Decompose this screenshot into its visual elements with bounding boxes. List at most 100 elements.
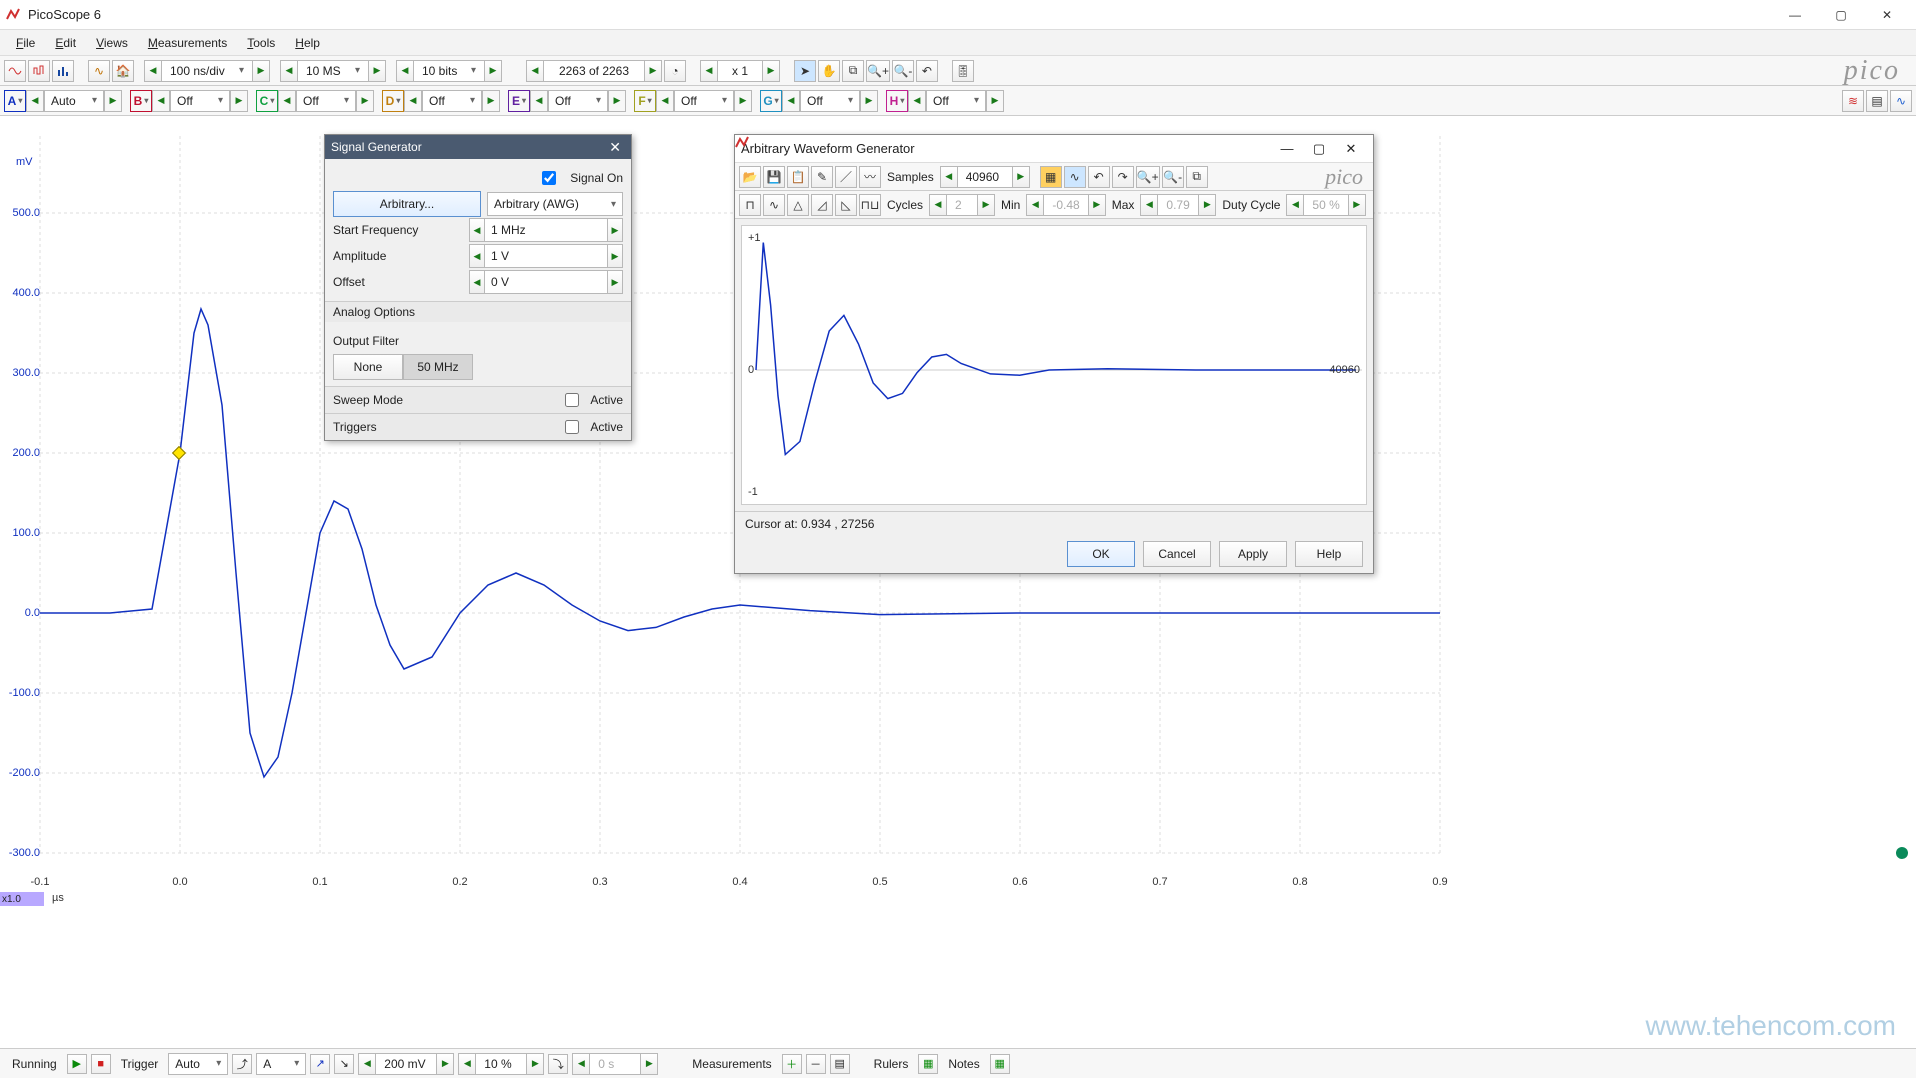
- trigger-level-spinner[interactable]: 200 mV: [358, 1053, 454, 1075]
- measurement-add-icon[interactable]: ＋: [782, 1054, 802, 1074]
- siggen-offset-spinner[interactable]: 0 V: [469, 270, 623, 294]
- home-icon[interactable]: 🏠: [112, 60, 134, 82]
- channel-F-range[interactable]: Off: [674, 90, 734, 112]
- persistence-mode-icon[interactable]: [28, 60, 50, 82]
- channel-H-next[interactable]: [986, 90, 1004, 112]
- awg-copy-icon[interactable]: 📋: [787, 166, 809, 188]
- awg-canvas[interactable]: +1 0 -1 40960: [741, 225, 1367, 505]
- math-channel-icon[interactable]: ≋: [1842, 90, 1864, 112]
- trigger-level-marker[interactable]: [1896, 847, 1908, 859]
- channel-D-prev[interactable]: [404, 90, 422, 112]
- channel-C-next[interactable]: [356, 90, 374, 112]
- wave-triangle-icon[interactable]: △: [787, 194, 809, 216]
- trigger-edge-icon[interactable]: ⤴: [232, 1054, 252, 1074]
- awg-save-icon[interactable]: 💾: [763, 166, 785, 188]
- awg-clear-icon[interactable]: ▦: [1040, 166, 1062, 188]
- maximize-button[interactable]: ▢: [1818, 0, 1864, 30]
- notes-icon[interactable]: ▦: [990, 1054, 1010, 1074]
- menu-edit[interactable]: Edit: [45, 33, 86, 53]
- signal-on-checkbox[interactable]: [542, 171, 556, 185]
- trigger-falling-icon[interactable]: ↘: [334, 1054, 354, 1074]
- filter-none-button[interactable]: None: [333, 354, 403, 380]
- siggen-amplitude-spinner[interactable]: 1 V: [469, 244, 623, 268]
- channel-E-prev[interactable]: [530, 90, 548, 112]
- timebase-spinner[interactable]: 100 ns/div: [144, 60, 270, 82]
- duty-spinner[interactable]: 50 %: [1286, 194, 1365, 216]
- siggen-start-frequency-spinner[interactable]: 1 MHz: [469, 218, 623, 242]
- minimize-button[interactable]: ―: [1772, 0, 1818, 30]
- zoom-in-icon[interactable]: 🔍+: [866, 60, 890, 82]
- channel-D-range[interactable]: Off: [422, 90, 482, 112]
- awg-draw-icon[interactable]: ✎: [811, 166, 833, 188]
- max-spinner[interactable]: 0.79: [1140, 194, 1216, 216]
- awg-titlebar[interactable]: Arbitrary Waveform Generator ― ▢ ✕: [735, 135, 1373, 163]
- channel-G-next[interactable]: [860, 90, 878, 112]
- awg-zoomin-icon[interactable]: 🔍+: [1136, 166, 1160, 188]
- channel-C-button[interactable]: C: [256, 90, 278, 112]
- channel-B-prev[interactable]: [152, 90, 170, 112]
- awg-freehand-icon[interactable]: 〰: [859, 166, 881, 188]
- awg-zoomout-icon[interactable]: 🔍-: [1162, 166, 1184, 188]
- siggen-titlebar[interactable]: Signal Generator ✕: [325, 135, 631, 159]
- trigger-source-select[interactable]: A: [256, 1053, 306, 1075]
- channel-G-prev[interactable]: [782, 90, 800, 112]
- awg-maximize-button[interactable]: ▢: [1303, 135, 1335, 163]
- settings-icon[interactable]: 🎚: [952, 60, 974, 82]
- channel-C-prev[interactable]: [278, 90, 296, 112]
- trigger-mode-select[interactable]: Auto: [168, 1053, 228, 1075]
- xy-mode-icon[interactable]: ∿: [1890, 90, 1912, 112]
- channel-H-prev[interactable]: [908, 90, 926, 112]
- channel-E-button[interactable]: E: [508, 90, 530, 112]
- awg-open-icon[interactable]: 📂: [739, 166, 761, 188]
- channel-B-button[interactable]: B: [130, 90, 152, 112]
- wave-pulse-icon[interactable]: ⊓⊔: [859, 194, 881, 216]
- waveform-type-select[interactable]: Arbitrary (AWG): [487, 192, 623, 216]
- samples-spinner[interactable]: 40960: [940, 166, 1030, 188]
- stop-button[interactable]: ■: [91, 1054, 111, 1074]
- measurement-list-icon[interactable]: ▤: [830, 1054, 850, 1074]
- awg-normalize-icon[interactable]: ∿: [1064, 166, 1086, 188]
- channel-E-range[interactable]: Off: [548, 90, 608, 112]
- awg-apply-button[interactable]: Apply: [1219, 541, 1287, 567]
- menu-tools[interactable]: Tools: [237, 33, 285, 53]
- channel-B-next[interactable]: [230, 90, 248, 112]
- wave-rampdown-icon[interactable]: ◺: [835, 194, 857, 216]
- scope-mode-icon[interactable]: [4, 60, 26, 82]
- channel-G-button[interactable]: G: [760, 90, 782, 112]
- channel-F-next[interactable]: [734, 90, 752, 112]
- channel-A-range[interactable]: Auto: [44, 90, 104, 112]
- samples-spinner[interactable]: 10 MS: [280, 60, 386, 82]
- zoom-area-icon[interactable]: ⧉: [842, 60, 864, 82]
- channel-D-button[interactable]: D: [382, 90, 404, 112]
- trigger-opts-icon[interactable]: ⤵: [548, 1054, 568, 1074]
- sweep-active-checkbox[interactable]: [565, 393, 579, 407]
- awg-close-button[interactable]: ✕: [1335, 135, 1367, 163]
- signal-generator-dialog[interactable]: Signal Generator ✕ Signal On Arbitrary..…: [324, 134, 632, 441]
- measurement-remove-icon[interactable]: －: [806, 1054, 826, 1074]
- channel-D-next[interactable]: [482, 90, 500, 112]
- awg-zoomfit-icon[interactable]: ⧉: [1186, 166, 1208, 188]
- awg-redo-icon[interactable]: ↷: [1112, 166, 1134, 188]
- siggen-icon[interactable]: ∿: [88, 60, 110, 82]
- channel-B-range[interactable]: Off: [170, 90, 230, 112]
- wave-rampup-icon[interactable]: ◿: [811, 194, 833, 216]
- menu-measurements[interactable]: Measurements: [138, 33, 237, 53]
- awg-line-icon[interactable]: ／: [835, 166, 857, 188]
- pretrigger-spinner[interactable]: 0 s: [572, 1053, 658, 1075]
- channel-H-range[interactable]: Off: [926, 90, 986, 112]
- channel-A-next[interactable]: [104, 90, 122, 112]
- menu-views[interactable]: Views: [86, 33, 138, 53]
- awg-help-button[interactable]: Help: [1295, 541, 1363, 567]
- awg-dialog[interactable]: Arbitrary Waveform Generator ― ▢ ✕ 📂 💾 📋…: [734, 134, 1374, 574]
- cycles-spinner[interactable]: 2: [929, 194, 995, 216]
- triggers-active-checkbox[interactable]: [565, 420, 579, 434]
- buffer-nav[interactable]: 2263 of 2263: [526, 60, 662, 82]
- menu-help[interactable]: Help: [285, 33, 330, 53]
- rulers-icon[interactable]: ▦: [918, 1054, 938, 1074]
- channel-F-prev[interactable]: [656, 90, 674, 112]
- arbitrary-button[interactable]: Arbitrary...: [333, 191, 481, 217]
- awg-minimize-button[interactable]: ―: [1271, 135, 1303, 163]
- channel-C-range[interactable]: Off: [296, 90, 356, 112]
- channel-F-button[interactable]: F: [634, 90, 656, 112]
- close-button[interactable]: ✕: [1864, 0, 1910, 30]
